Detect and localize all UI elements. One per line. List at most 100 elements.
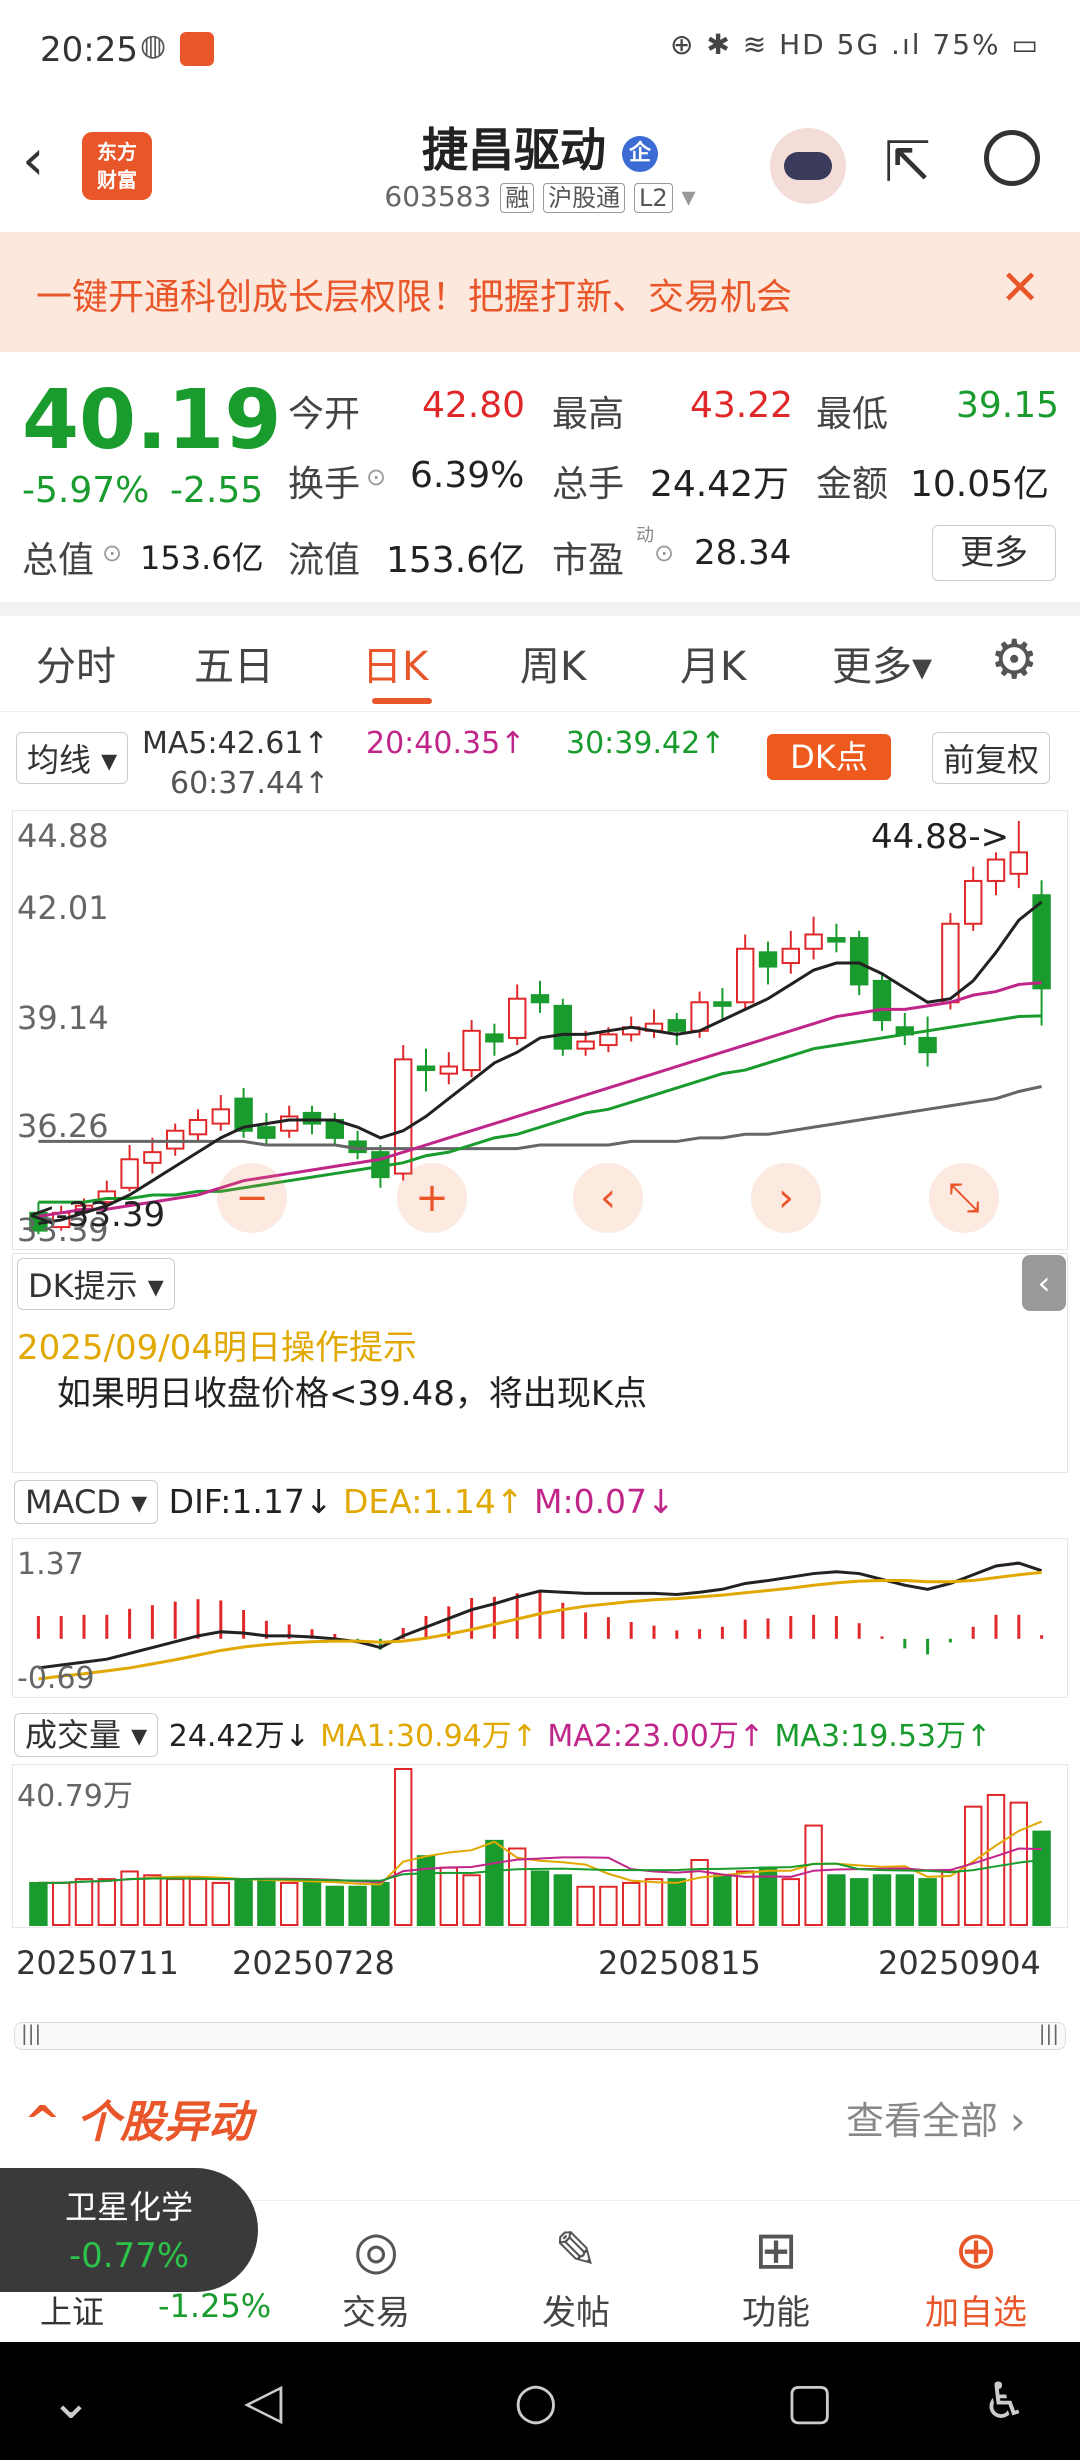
dk-hint-panel: DK提示 ▾ 2025/09/04明日操作提示 如果明日收盘价格<39.48，将… [12, 1253, 1068, 1473]
macd-m: M:0.07↓ [533, 1482, 675, 1521]
tab-monthly-k[interactable]: 月K [680, 634, 746, 692]
promo-banner[interactable]: 一键开通科创成长层权限！把握打新、交易机会 ✕ [0, 232, 1080, 352]
dk-selector[interactable]: DK提示 ▾ [17, 1258, 175, 1310]
tab-weekly-k[interactable]: 周K [520, 634, 586, 692]
scroll-right-button[interactable]: › [751, 1163, 821, 1233]
tab-more[interactable]: 更多▾ [832, 634, 932, 692]
volume-bar [165, 1878, 185, 1926]
nav-trade[interactable]: ◎ 交易 [306, 2221, 446, 2334]
ma-selector[interactable]: 均线 ▾ [16, 732, 129, 784]
float-stock-name: 卫星化学 [64, 2188, 193, 2226]
open-label: 今开 [288, 394, 361, 435]
candle-body [849, 937, 869, 986]
pe-label: 市盈 [552, 540, 625, 581]
volume-value: 24.42万↓ [168, 1719, 310, 1754]
scroll-left-button[interactable]: ‹ [573, 1163, 643, 1233]
info-icon[interactable]: ⊙ [654, 539, 674, 567]
fullscreen-button[interactable]: ⤡ [929, 1163, 999, 1233]
zoom-in-button[interactable]: + [397, 1163, 467, 1233]
tab-intraday[interactable]: 分时 [36, 634, 116, 692]
candle-body [804, 933, 823, 950]
stock-anomaly-section: ^ 个股异动 查看全部 › [0, 2072, 1080, 2182]
kline-chart[interactable]: 44.88 42.01 39.14 36.26 33.39 44.88-> <-… [12, 810, 1068, 1250]
pe-value: 28.34 [694, 533, 792, 573]
home-icon[interactable]: ○ [514, 2372, 558, 2430]
macd-dea: DEA:1.14↑ [342, 1482, 524, 1521]
info-icon[interactable]: ⊙ [102, 539, 122, 567]
candle-body [485, 1033, 504, 1043]
yen-icon: ◎ [353, 2221, 399, 2281]
scroll-handle-right[interactable]: ||| [1039, 2021, 1059, 2045]
accessibility-icon[interactable]: ♿ [982, 2372, 1027, 2430]
macd-svg [36, 1561, 1044, 1681]
nav-function[interactable]: ⊞ 功能 [706, 2221, 846, 2334]
grid-icon: ⊞ [754, 2221, 798, 2281]
search-icon[interactable] [984, 130, 1040, 186]
date-label: 20250711 [16, 1944, 179, 1982]
turnover-value: 6.39% [410, 455, 525, 496]
assistant-avatar[interactable] [770, 128, 846, 204]
candle-body [393, 1058, 413, 1175]
chart-scrollbar[interactable]: ||| ||| [14, 2021, 1066, 2050]
gear-icon[interactable]: ⚙ [990, 628, 1038, 691]
amount-value: 10.05亿 [910, 464, 1050, 505]
info-icon[interactable]: ⊙ [366, 463, 386, 491]
volume-legend: 成交量 ▾ 24.42万↓ MA1:30.94万↑ MA2:23.00万↑ MA… [14, 1710, 991, 1757]
candle-body [576, 1040, 595, 1050]
share-icon[interactable]: ⇱ [884, 130, 931, 195]
candle-body [165, 1129, 185, 1150]
vol-ma1: MA1:30.94万↑ [320, 1719, 537, 1754]
divider [0, 602, 1080, 616]
macd-chart[interactable]: 1.37 -0.69 [12, 1538, 1068, 1698]
panel-collapse-button[interactable]: ‹ [1022, 1255, 1066, 1311]
candle-body [872, 979, 892, 1022]
candle-body [530, 994, 550, 1004]
adjust-selector[interactable]: 前复权 [932, 732, 1051, 784]
candle-body [918, 1036, 937, 1054]
dk-message: 如果明日收盘价格<39.48，将出现K点 [57, 1374, 648, 1414]
close-icon[interactable]: ✕ [1000, 260, 1040, 316]
tag-l2: L2 [634, 183, 673, 213]
mktcap-label: 总值 [22, 540, 95, 581]
tag-connect: 沪股通 [543, 183, 626, 213]
collapse-icon[interactable]: ⌄ [50, 2372, 92, 2430]
recents-icon[interactable]: ▢ [786, 2372, 833, 2430]
system-nav-bar: ⌄ ◁ ○ ▢ ♿ [0, 2342, 1080, 2460]
nav-add-watchlist[interactable]: ⊕ 加自选 [906, 2221, 1046, 2334]
more-button[interactable]: 更多 [932, 525, 1056, 581]
tab-daily-k[interactable]: 日K [362, 634, 428, 692]
volume-bar [576, 1885, 595, 1926]
nav-post[interactable]: ✎ 发帖 [506, 2221, 646, 2334]
tab-5day[interactable]: 五日 [194, 634, 274, 692]
volume-svg [29, 1768, 1051, 1927]
volume-bar [97, 1878, 117, 1926]
volume-bar [234, 1878, 253, 1926]
back-nav-icon[interactable]: ◁ [244, 2372, 282, 2430]
volume-bar [348, 1885, 367, 1926]
volume-bar [371, 1881, 390, 1926]
zoom-out-button[interactable]: − [217, 1163, 287, 1233]
volume-bar [781, 1878, 801, 1926]
dk-point-button[interactable]: DK点 [767, 734, 891, 780]
volume-bar [621, 1881, 641, 1926]
mktcap-value: 153.6亿 [140, 539, 264, 577]
scroll-handle-left[interactable]: ||| [21, 2021, 41, 2045]
volume-bar [827, 1874, 846, 1926]
ma60-value: 60:37.44↑ [170, 766, 330, 801]
candle-body [781, 947, 801, 965]
volume-selector[interactable]: 成交量 ▾ [14, 1713, 159, 1757]
volume-bar [804, 1824, 823, 1926]
index-name[interactable]: 上证 [40, 2287, 104, 2333]
view-all-link[interactable]: 查看全部 › [846, 2090, 1025, 2145]
floating-ticker[interactable]: 卫星化学 -0.77% [0, 2168, 258, 2292]
y-label: 36.26 [17, 1107, 109, 1145]
macd-y-top: 1.37 [17, 1547, 84, 1582]
edit-icon: ✎ [554, 2221, 598, 2281]
macd-selector[interactable]: MACD ▾ [14, 1480, 159, 1524]
y-label: 42.01 [17, 889, 109, 927]
stock-code: 603583 [384, 180, 492, 213]
high-value: 43.22 [690, 385, 794, 426]
volume-chart[interactable]: 40.79万 [12, 1764, 1068, 1928]
candle-body [211, 1108, 231, 1125]
ma5-value: MA5:42.61↑ [142, 726, 329, 761]
